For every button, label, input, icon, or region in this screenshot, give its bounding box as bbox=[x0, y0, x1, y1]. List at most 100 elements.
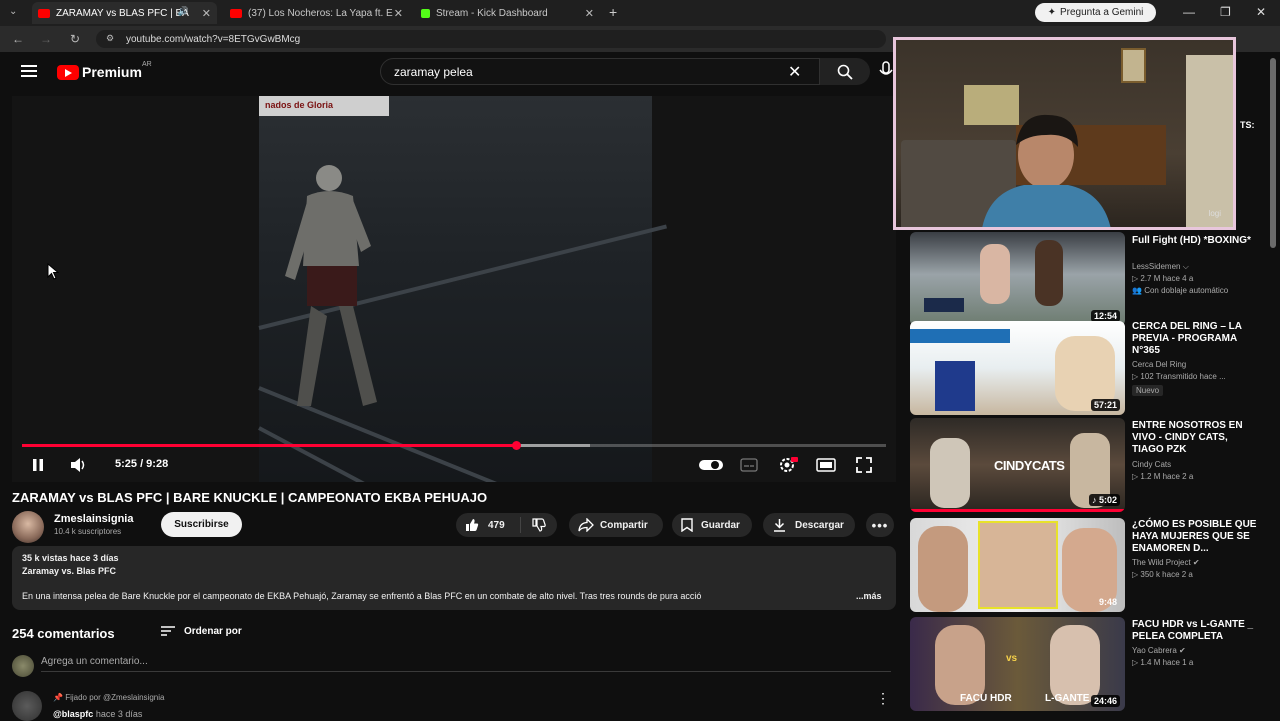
minimize-icon[interactable]: — bbox=[1183, 5, 1195, 19]
like-button[interactable]: 479 bbox=[456, 517, 521, 533]
played-bar bbox=[22, 444, 517, 447]
close-tab-icon[interactable]: ✕ bbox=[585, 7, 594, 20]
channel-name[interactable]: Cerca Del Ring bbox=[1132, 360, 1186, 369]
youtube-favicon-icon bbox=[38, 8, 50, 18]
close-window-icon[interactable]: ✕ bbox=[1256, 5, 1266, 19]
video-title: ZARAMAY vs BLAS PFC | BARE KNUCKLE | CAM… bbox=[12, 490, 488, 505]
tab-youtube-video[interactable]: ZARAMAY vs BLAS PFC | BA 🔊 ✕ bbox=[32, 2, 217, 24]
recommendation-item[interactable]: 57:21 CERCA DEL RING – LA PREVIA - PROGR… bbox=[910, 321, 1270, 417]
sort-comments-button[interactable]: Ordenar por bbox=[160, 625, 242, 637]
country-code: AR bbox=[142, 61, 152, 68]
page-scrollbar[interactable] bbox=[1270, 58, 1276, 248]
clear-search-icon[interactable]: ✕ bbox=[788, 62, 801, 82]
video-meta: ▷ 102 Transmitido hace ... bbox=[1132, 372, 1226, 381]
video-player[interactable]: nados de Gloria bbox=[12, 96, 896, 482]
sort-label: Ordenar por bbox=[184, 625, 242, 637]
video-meta: ▷ 1.2 M hace 2 a bbox=[1132, 472, 1194, 481]
recommendation-item[interactable]: 9:48 ¿CÓMO ES POSIBLE QUE HAYA MUJERES Q… bbox=[910, 518, 1270, 614]
thumbnail-right-name: L-GANTE bbox=[1045, 693, 1090, 704]
share-label: Compartir bbox=[600, 519, 648, 531]
tab-los-nocheros[interactable]: (37) Los Nocheros: La Yapa ft. E ✕ bbox=[224, 2, 409, 24]
channel-name[interactable]: Cindy Cats bbox=[1132, 460, 1171, 469]
arena-banner: nados de Gloria bbox=[259, 96, 389, 116]
pinned-comment-header: @blaspfc hace 3 días bbox=[53, 709, 142, 719]
duration-badge: 9:48 bbox=[1098, 597, 1117, 607]
music-note-icon: ♪ bbox=[1091, 495, 1099, 505]
pause-icon[interactable] bbox=[31, 458, 45, 472]
new-tab-icon[interactable]: + bbox=[609, 4, 617, 20]
pinned-text: Fijado por @Zmeslainsignia bbox=[65, 693, 165, 702]
subtitles-icon[interactable] bbox=[740, 458, 758, 472]
search-input[interactable]: zaramay pelea bbox=[380, 58, 820, 85]
save-button[interactable]: Guardar bbox=[672, 513, 752, 537]
video-title[interactable]: ¿CÓMO ES POSIBLE QUE HAYA MUJERES QUE SE… bbox=[1132, 519, 1260, 555]
settings-gear-icon[interactable] bbox=[778, 456, 798, 474]
channel-avatar[interactable] bbox=[12, 511, 44, 543]
video-thumbnail[interactable]: 57:21 bbox=[910, 321, 1125, 415]
channel-name[interactable]: Zmeslainsignia bbox=[54, 513, 133, 525]
youtube-premium-logo[interactable]: Premium bbox=[57, 64, 142, 80]
thumbnail-left-name: FACU HDR bbox=[960, 693, 1012, 704]
search-query: zaramay pelea bbox=[394, 64, 473, 79]
subscriber-count: 10.4 k suscriptores bbox=[54, 527, 122, 536]
site-info-icon[interactable]: ⚙ bbox=[106, 33, 114, 44]
score-overlay bbox=[924, 298, 964, 312]
speaker-icon[interactable]: 🔊 bbox=[178, 6, 189, 17]
recommendation-item[interactable]: 12:54 Full Fight (HD) *BOXING* LessSidem… bbox=[910, 232, 1270, 328]
webcam-label: logi bbox=[1208, 209, 1221, 218]
video-title[interactable]: ENTRE NOSOTROS EN VIVO - CINDY CATS, TIA… bbox=[1132, 420, 1260, 456]
video-thumbnail[interactable]: 12:54 bbox=[910, 232, 1125, 326]
dislike-button[interactable] bbox=[521, 518, 557, 532]
channel-name[interactable]: The Wild Project ✔ bbox=[1132, 558, 1200, 567]
fullscreen-icon[interactable] bbox=[856, 457, 872, 473]
jersey bbox=[935, 361, 975, 411]
gemini-button[interactable]: ✦ Pregunta a Gemini bbox=[1035, 3, 1156, 22]
comment-menu-icon[interactable]: ⋮ bbox=[876, 690, 890, 707]
search-button[interactable] bbox=[820, 58, 870, 85]
close-tab-icon[interactable]: ✕ bbox=[202, 7, 211, 20]
autoplay-toggle-icon[interactable] bbox=[698, 458, 724, 472]
video-thumbnail[interactable]: CINDYCATS ♪ 5:02 bbox=[910, 418, 1125, 512]
show-more-link[interactable]: ...más bbox=[856, 591, 882, 601]
description-box[interactable]: 35 k vistas hace 3 días Zaramay vs. Blas… bbox=[12, 546, 896, 610]
channel-name[interactable]: Yao Cabrera ✔ bbox=[1132, 646, 1186, 655]
video-thumbnail[interactable]: 9:48 bbox=[910, 518, 1125, 612]
video-meta: ▷ 350 k hace 2 a bbox=[1132, 570, 1193, 579]
volume-icon[interactable] bbox=[70, 457, 88, 473]
hamburger-menu-icon[interactable] bbox=[21, 65, 37, 77]
person-figure bbox=[918, 526, 968, 612]
banner-text: nados de Gloria bbox=[265, 100, 334, 110]
video-title[interactable]: Full Fight (HD) *BOXING* bbox=[1132, 235, 1260, 247]
video-title[interactable]: FACU HDR vs L-GANTE _ PELEA COMPLETA bbox=[1132, 619, 1260, 643]
download-button[interactable]: Descargar bbox=[763, 513, 855, 537]
boxer-figure bbox=[980, 244, 1010, 304]
comment-input[interactable]: Agrega un comentario... bbox=[41, 656, 891, 672]
microphone-icon[interactable] bbox=[878, 60, 894, 82]
mouse-cursor-icon bbox=[47, 263, 59, 280]
watched-progress bbox=[910, 509, 1125, 512]
reload-icon[interactable]: ↻ bbox=[70, 32, 80, 46]
pinned-comment-avatar[interactable] bbox=[12, 691, 42, 721]
pinned-author[interactable]: @blaspfc bbox=[53, 709, 93, 719]
recommendation-item[interactable]: vs FACU HDR L-GANTE 24:46 FACU HDR vs L-… bbox=[910, 617, 1270, 713]
restore-icon[interactable]: ❐ bbox=[1220, 5, 1231, 19]
channel-name[interactable]: LessSidemen ⌵ bbox=[1132, 262, 1189, 272]
recommendation-item[interactable]: CINDYCATS ♪ 5:02 ENTRE NOSOTROS EN VIVO … bbox=[910, 418, 1270, 514]
save-label: Guardar bbox=[701, 519, 740, 531]
video-thumbnail[interactable]: vs FACU HDR L-GANTE 24:46 bbox=[910, 617, 1125, 711]
duration-badge: 24:46 bbox=[1090, 695, 1120, 707]
thumbs-up-icon bbox=[466, 519, 479, 531]
back-arrow-icon[interactable]: ← bbox=[12, 32, 24, 46]
subscribe-button[interactable]: Suscribirse bbox=[161, 512, 242, 537]
tab-kick-dashboard[interactable]: Stream - Kick Dashboard ✕ bbox=[415, 2, 600, 24]
more-actions-button[interactable]: ••• bbox=[866, 513, 894, 537]
forward-arrow-icon[interactable]: → bbox=[40, 32, 52, 46]
share-button[interactable]: Compartir bbox=[569, 513, 663, 537]
tab-search-chevron-icon[interactable]: ⌄ bbox=[9, 6, 17, 17]
close-tab-icon[interactable]: ✕ bbox=[394, 7, 403, 20]
theater-mode-icon[interactable] bbox=[816, 458, 836, 472]
url-field[interactable]: ⚙ youtube.com/watch?v=8ETGvGwBMcg bbox=[96, 30, 886, 48]
video-title[interactable]: CERCA DEL RING – LA PREVIA - PROGRAMA N°… bbox=[1132, 321, 1260, 357]
dubbing-label: 👥 Con doblaje automático bbox=[1132, 286, 1229, 295]
thumbnail-text: CINDYCATS bbox=[994, 458, 1065, 473]
